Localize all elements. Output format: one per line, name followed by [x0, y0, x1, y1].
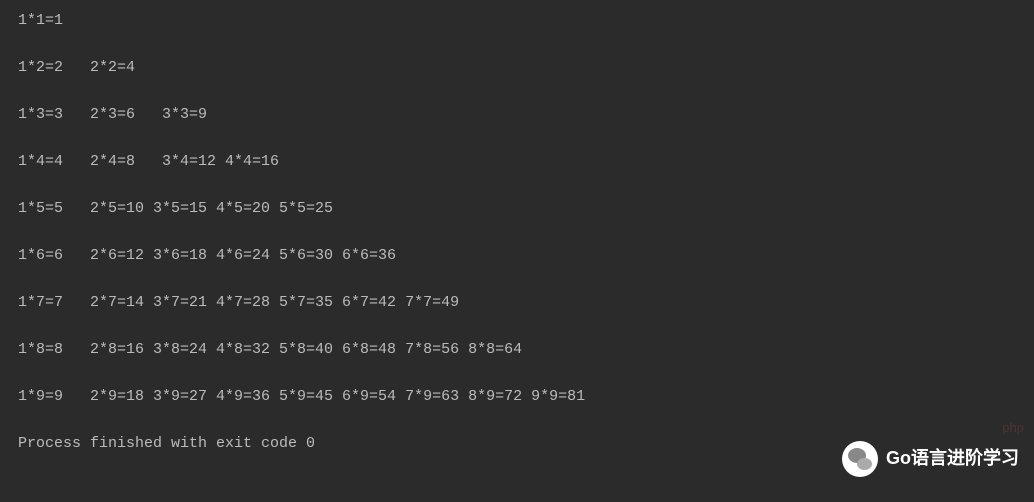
console-output: 1*1=1 1*2=2 2*2=4 1*3=3 2*3=6 3*3=9 1*4=…	[18, 10, 1016, 454]
wechat-icon	[842, 441, 878, 477]
output-line: 1*3=3 2*3=6 3*3=9	[18, 104, 1016, 125]
output-line: 1*5=5 2*5=10 3*5=15 4*5=20 5*5=25	[18, 198, 1016, 219]
watermark-go-text: Go语言进阶学习	[886, 446, 1019, 471]
output-line: 1*6=6 2*6=12 3*6=18 4*6=24 5*6=30 6*6=36	[18, 245, 1016, 266]
output-line: 1*2=2 2*2=4	[18, 57, 1016, 78]
output-line: 1*4=4 2*4=8 3*4=12 4*4=16	[18, 151, 1016, 172]
output-line: 1*7=7 2*7=14 3*7=21 4*7=28 5*7=35 6*7=42…	[18, 292, 1016, 313]
watermark-go: Go语言进阶学习	[842, 441, 1019, 477]
output-line: 1*9=9 2*9=18 3*9=27 4*9=36 5*9=45 6*9=54…	[18, 386, 1016, 407]
watermark-php: php	[1002, 419, 1024, 437]
output-line: 1*8=8 2*8=16 3*8=24 4*8=32 5*8=40 6*8=48…	[18, 339, 1016, 360]
output-line: 1*1=1	[18, 10, 1016, 31]
